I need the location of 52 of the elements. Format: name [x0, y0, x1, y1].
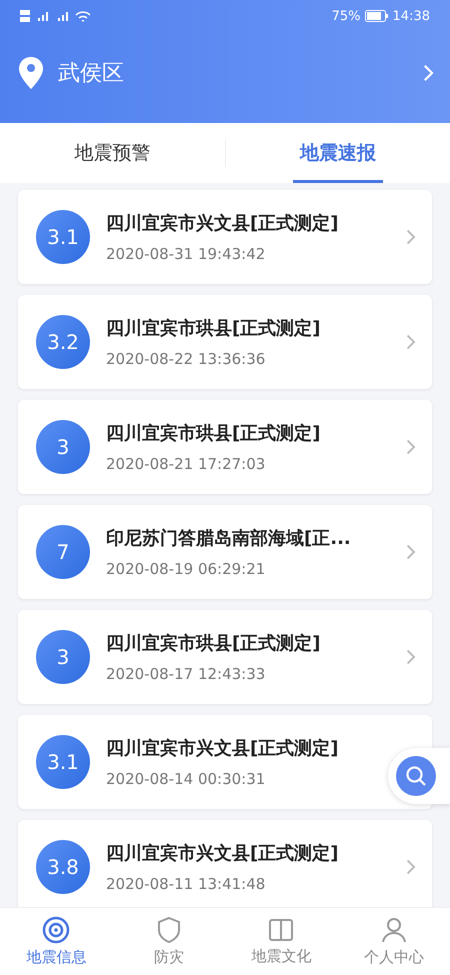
chevron-icon [406, 649, 416, 665]
magnitude-badge: 7 [36, 525, 90, 579]
earthquake-time: 2020-08-31 19:43:42 [106, 245, 266, 263]
chevron-icon [406, 859, 416, 875]
earthquake-card[interactable]: 7 印尼苏门答腊岛南部海域[正... 2020-08-19 06:29:21 [18, 505, 432, 599]
shield-icon [156, 916, 182, 944]
search-button[interactable] [388, 748, 450, 804]
earthquake-time: 2020-08-14 00:30:31 [106, 770, 266, 788]
nav-item[interactable]: 地震信息 [0, 908, 112, 975]
earthquake-card[interactable]: 3 四川宜宾市珙县[正式测定] 2020-08-17 12:43:33 [18, 610, 432, 704]
earthquake-card[interactable]: 3.8 四川宜宾市兴文县[正式测定] 2020-08-11 13:41:48 [18, 820, 432, 907]
book-icon [267, 917, 296, 943]
earthquake-time: 2020-08-21 17:27:03 [106, 455, 266, 473]
earthquake-card[interactable]: 3.2 四川宜宾市珙县[正式测定] 2020-08-22 13:36:36 [18, 295, 432, 389]
magnitude-badge: 3.8 [36, 840, 90, 894]
earthquake-time: 2020-08-11 13:41:48 [106, 875, 266, 893]
magnitude-badge: 3 [36, 630, 90, 684]
location-pin-icon [18, 56, 44, 90]
chevron-icon [406, 334, 416, 350]
earthquake-location: 四川宜宾市珙县[正式测定] [106, 632, 322, 655]
earthquake-time: 2020-08-19 06:29:21 [106, 560, 266, 578]
chevron-icon [423, 64, 434, 82]
radar-icon [42, 916, 70, 944]
location-name[interactable]: 武侯区 [58, 58, 410, 88]
earthquake-time: 2020-08-22 13:36:36 [106, 350, 266, 368]
chevron-icon [406, 439, 416, 455]
nav-item[interactable]: 防灾 [112, 908, 225, 975]
chevron-icon [406, 544, 416, 560]
person-icon [380, 916, 407, 944]
earthquake-location: 四川宜宾市珙县[正式测定] [106, 422, 322, 445]
earthquake-card[interactable]: 3.1 四川宜宾市兴文县[正式测定] 2020-08-14 00:30:31 [18, 715, 432, 809]
earthquake-time: 2020-08-17 12:43:33 [106, 665, 266, 683]
tab[interactable]: 地震预警 [0, 123, 224, 183]
nav-item[interactable]: 地震文化 [225, 908, 338, 975]
earthquake-card[interactable]: 3 四川宜宾市珙县[正式测定] 2020-08-21 17:27:03 [18, 400, 432, 494]
earthquake-location: 四川宜宾市兴文县[正式测定] [106, 842, 340, 865]
earthquake-location: 四川宜宾市兴文县[正式测定] [106, 737, 340, 760]
tab[interactable]: 地震速报 [226, 123, 450, 183]
magnitude-badge: 3 [36, 420, 90, 474]
search-icon [405, 765, 427, 787]
status-time: 14:38 [392, 8, 430, 24]
magnitude-badge: 3.2 [36, 315, 90, 369]
magnitude-badge: 3.1 [36, 735, 90, 789]
nav-item[interactable]: 个人中心 [338, 908, 450, 975]
earthquake-location: 印尼苏门答腊岛南部海域[正... [106, 527, 352, 550]
battery-percentage: 75% [332, 8, 361, 24]
battery-icon [364, 10, 389, 22]
magnitude-badge: 3.1 [36, 210, 90, 264]
earthquake-location: 四川宜宾市兴文县[正式测定] [106, 212, 340, 235]
chevron-icon [406, 229, 416, 245]
earthquake-card[interactable]: 3.1 四川宜宾市兴文县[正式测定] 2020-08-31 19:43:42 [18, 190, 432, 284]
earthquake-location: 四川宜宾市珙县[正式测定] [106, 317, 322, 340]
